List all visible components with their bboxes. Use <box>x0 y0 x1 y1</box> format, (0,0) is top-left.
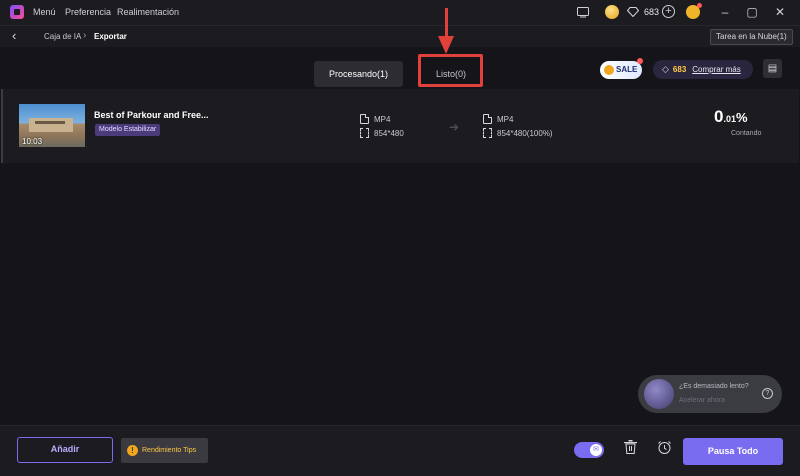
annotation-arrow-head <box>438 36 454 54</box>
mail-icon: ✉ <box>590 444 602 456</box>
speed-tip-question: ¿Es demasiado lento? <box>679 383 749 390</box>
resolution-icon <box>483 128 492 138</box>
credits-count: 683 <box>672 65 687 74</box>
notification-dot <box>637 58 643 64</box>
minimize-icon[interactable]: – <box>715 4 735 20</box>
gem-icon: ◇ <box>662 64 669 74</box>
credits-pill[interactable]: ◇ 683 Comprar más <box>653 60 753 79</box>
app-logo <box>10 5 24 19</box>
trash-icon[interactable] <box>621 440 639 458</box>
maximize-icon[interactable]: ▢ <box>742 4 762 20</box>
user-avatar[interactable] <box>686 3 702 19</box>
menu-item-feedback[interactable]: Realimentación <box>117 7 179 17</box>
help-icon[interactable]: ? <box>762 388 773 399</box>
file-icon <box>483 114 492 124</box>
performance-tips-label: Rendimiento Tips <box>142 447 197 454</box>
annotation-highlight-box <box>418 54 483 87</box>
output-format-label: MP4 <box>497 114 514 124</box>
cloud-task-button[interactable]: Tarea en la Nube(1) <box>710 29 793 45</box>
convert-arrow-icon: ➜ <box>449 120 460 134</box>
breadcrumb-separator: › <box>83 30 87 41</box>
menu-item-preference[interactable]: Preferencia <box>65 7 111 17</box>
add-button[interactable]: Añadir <box>17 437 113 463</box>
buy-more-link[interactable]: Comprar más <box>692 65 740 74</box>
menu-item-menu[interactable]: Menú <box>33 7 56 17</box>
accelerate-link[interactable]: Acelerar ahora <box>679 397 725 404</box>
annotation-arrow <box>445 8 448 38</box>
tab-processing[interactable]: Procesando(1) <box>314 61 403 87</box>
output-format: MP4 <box>483 114 513 124</box>
pause-all-button[interactable]: Pausa Todo <box>683 438 783 465</box>
plus-icon[interactable]: + <box>662 5 675 18</box>
resolution-icon <box>360 128 369 138</box>
input-format: MP4 <box>360 114 390 124</box>
output-resolution: 854*480(100%) <box>483 128 553 138</box>
model-tag: Modelo Estabilizar <box>95 124 161 136</box>
gem-count: 683 <box>644 7 660 17</box>
input-resolution-label: 854*480 <box>374 128 404 138</box>
alarm-clock-icon[interactable] <box>655 440 673 458</box>
progress-percent: 0.01% <box>714 107 748 127</box>
back-arrow-icon[interactable]: ‹ <box>12 28 16 43</box>
progress-sign: % <box>735 110 748 125</box>
footer-bar: Añadir ! Rendimiento Tips ✉ Pausa Todo <box>0 425 800 476</box>
task-list-icon[interactable]: ▤ <box>763 59 782 78</box>
file-icon <box>360 114 369 124</box>
email-notify-toggle[interactable]: ✉ <box>574 442 604 458</box>
sale-badge[interactable]: SALE <box>600 61 642 79</box>
input-format-label: MP4 <box>374 114 391 124</box>
thumbnail-image <box>29 118 73 132</box>
input-resolution: 854*480 <box>360 128 404 138</box>
breadcrumb-export: Exportar <box>94 32 127 41</box>
rocket-icon <box>644 379 674 409</box>
screen-record-icon[interactable] <box>576 5 590 19</box>
output-resolution-label: 854*480(100%) <box>497 128 553 138</box>
task-row: 10:03 Best of Parkour and Free... Modelo… <box>1 89 799 163</box>
performance-tips-button[interactable]: ! Rendimiento Tips <box>121 438 208 463</box>
video-thumbnail[interactable]: 10:03 <box>19 104 85 147</box>
video-title: Best of Parkour and Free... <box>94 110 209 120</box>
progress-status: Contando <box>731 130 762 137</box>
title-bar: Menú Preferencia Realimentación 683 + – … <box>0 0 800 25</box>
video-duration: 10:03 <box>22 137 43 146</box>
coin-icon[interactable] <box>605 5 619 19</box>
gem-icon <box>626 5 640 19</box>
progress-decimal: .01 <box>723 114 736 124</box>
breadcrumb-ai-toolbox[interactable]: Caja de IA <box>44 32 81 41</box>
close-icon[interactable]: ✕ <box>770 4 790 20</box>
speed-tip-popup[interactable]: ¿Es demasiado lento? Acelerar ahora ? <box>638 375 782 413</box>
breadcrumb-bar: ‹ Caja de IA › Exportar Tarea en la Nube… <box>0 25 800 47</box>
warning-icon: ! <box>127 445 138 456</box>
